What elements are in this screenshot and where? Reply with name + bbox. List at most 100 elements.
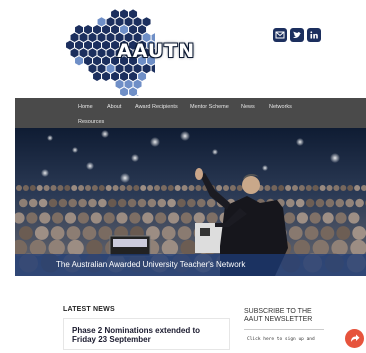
nav-home[interactable]: Home bbox=[78, 104, 93, 110]
linkedin-button[interactable] bbox=[307, 28, 321, 42]
logo-hexagon bbox=[93, 40, 102, 50]
news-card[interactable]: Phase 2 Nominations extended to Friday 2… bbox=[63, 318, 230, 350]
email-button[interactable] bbox=[273, 28, 287, 42]
news-item-title[interactable]: Phase 2 Nominations extended to Friday 2… bbox=[72, 326, 222, 344]
twitter-icon bbox=[293, 31, 301, 38]
audience-head bbox=[58, 198, 68, 208]
logo-hexagon bbox=[84, 40, 92, 50]
audience-head bbox=[140, 185, 147, 191]
logo-hexagon bbox=[124, 79, 133, 89]
logo-hexagon bbox=[84, 25, 92, 35]
nav-resources[interactable]: Resources bbox=[78, 119, 104, 125]
twitter-button[interactable] bbox=[290, 28, 304, 42]
logo-hexagon bbox=[106, 17, 115, 27]
audience-head bbox=[177, 198, 186, 208]
audience-head bbox=[322, 212, 334, 224]
bokeh-light bbox=[72, 147, 78, 153]
logo-hexagon bbox=[133, 79, 142, 89]
audience-head bbox=[91, 185, 98, 191]
logo-hexagon bbox=[93, 56, 102, 66]
newsletter-signup-link[interactable]: Click here to sign up and bbox=[247, 337, 315, 342]
logo-hexagon bbox=[75, 56, 83, 66]
logo-hexagon bbox=[88, 48, 97, 58]
share-icon bbox=[351, 334, 360, 342]
audience-head bbox=[292, 185, 298, 191]
audience-head bbox=[82, 226, 97, 240]
audience-head bbox=[137, 198, 147, 208]
audience-head bbox=[216, 185, 223, 191]
logo-hexagon bbox=[102, 25, 111, 35]
newsletter-divider bbox=[244, 329, 324, 330]
logo-hexagon bbox=[84, 56, 92, 66]
audience-head bbox=[197, 198, 206, 208]
audience-head bbox=[278, 185, 285, 191]
nav-news[interactable]: News bbox=[241, 104, 255, 110]
logo-hexagon bbox=[97, 64, 106, 74]
audience-head bbox=[36, 185, 43, 191]
logo-hexagon bbox=[88, 32, 97, 42]
logo-hexagon bbox=[111, 9, 120, 19]
site-header: AAUTN bbox=[0, 0, 366, 113]
audience-head bbox=[336, 226, 351, 240]
logo-hexagon bbox=[120, 71, 129, 81]
logo-hexagon bbox=[120, 25, 129, 35]
logo-hexagon bbox=[79, 48, 88, 58]
audience-head bbox=[129, 212, 141, 224]
nav-award-recipients[interactable]: Award Recipients bbox=[135, 104, 178, 110]
audience-head bbox=[103, 212, 115, 224]
share-button[interactable] bbox=[345, 329, 364, 348]
audience-head bbox=[320, 226, 335, 240]
audience-head bbox=[355, 198, 364, 208]
logo-hexagon bbox=[75, 25, 83, 35]
audience-head bbox=[39, 212, 51, 224]
logo-hexagon bbox=[75, 40, 83, 50]
audience-head bbox=[348, 212, 360, 224]
logo-hexagon bbox=[97, 32, 106, 42]
audience-head bbox=[288, 226, 303, 240]
newsletter-heading: SUBSCRIBE TO THE AAUT NEWSLETTER bbox=[244, 308, 313, 323]
audience-head bbox=[108, 198, 117, 208]
audience-head bbox=[78, 198, 87, 208]
logo-hexagon bbox=[88, 64, 97, 74]
bokeh-light bbox=[296, 138, 304, 146]
audience-head bbox=[112, 185, 119, 191]
logo-hexagon bbox=[115, 79, 124, 89]
logo-hexagon bbox=[106, 64, 115, 74]
bokeh-light bbox=[131, 154, 139, 162]
latest-news-heading: LATEST NEWS bbox=[63, 306, 115, 313]
audience-head bbox=[236, 185, 243, 191]
logo-hexagon bbox=[111, 25, 120, 35]
aautn-logo[interactable]: AAUTN bbox=[55, 8, 194, 113]
bokeh-light bbox=[330, 153, 340, 163]
bokeh-light bbox=[47, 135, 53, 141]
linkedin-icon bbox=[310, 31, 318, 39]
audience-head bbox=[298, 185, 305, 191]
audience-head bbox=[68, 198, 77, 208]
audience-head bbox=[157, 198, 167, 208]
audience-head bbox=[90, 212, 102, 224]
audience-head bbox=[154, 185, 160, 191]
audience-head bbox=[26, 212, 38, 224]
audience-head bbox=[264, 185, 271, 191]
audience-head bbox=[71, 185, 78, 191]
logo-text: AAUTN bbox=[117, 40, 196, 62]
audience-head bbox=[206, 212, 218, 224]
nav-networks[interactable]: Networks bbox=[269, 104, 292, 110]
nav-about[interactable]: About bbox=[107, 104, 121, 110]
audience-head bbox=[167, 198, 176, 208]
audience-head bbox=[305, 198, 315, 208]
audience-head bbox=[116, 212, 128, 224]
audience-head bbox=[34, 226, 49, 240]
logo-hexagon bbox=[129, 9, 138, 19]
audience-head bbox=[64, 212, 77, 224]
nav-mentor-scheme[interactable]: Mentor Scheme bbox=[190, 104, 229, 110]
audience-head bbox=[127, 198, 137, 208]
audience-head bbox=[77, 212, 89, 224]
audience-head bbox=[177, 226, 192, 240]
audience-head bbox=[147, 198, 157, 208]
audience-head bbox=[195, 185, 202, 191]
audience-head bbox=[295, 198, 305, 208]
main-navigation: Home About Award Recipients Mentor Schem… bbox=[15, 98, 366, 128]
audience-head bbox=[271, 185, 278, 191]
audience-head bbox=[174, 185, 181, 191]
